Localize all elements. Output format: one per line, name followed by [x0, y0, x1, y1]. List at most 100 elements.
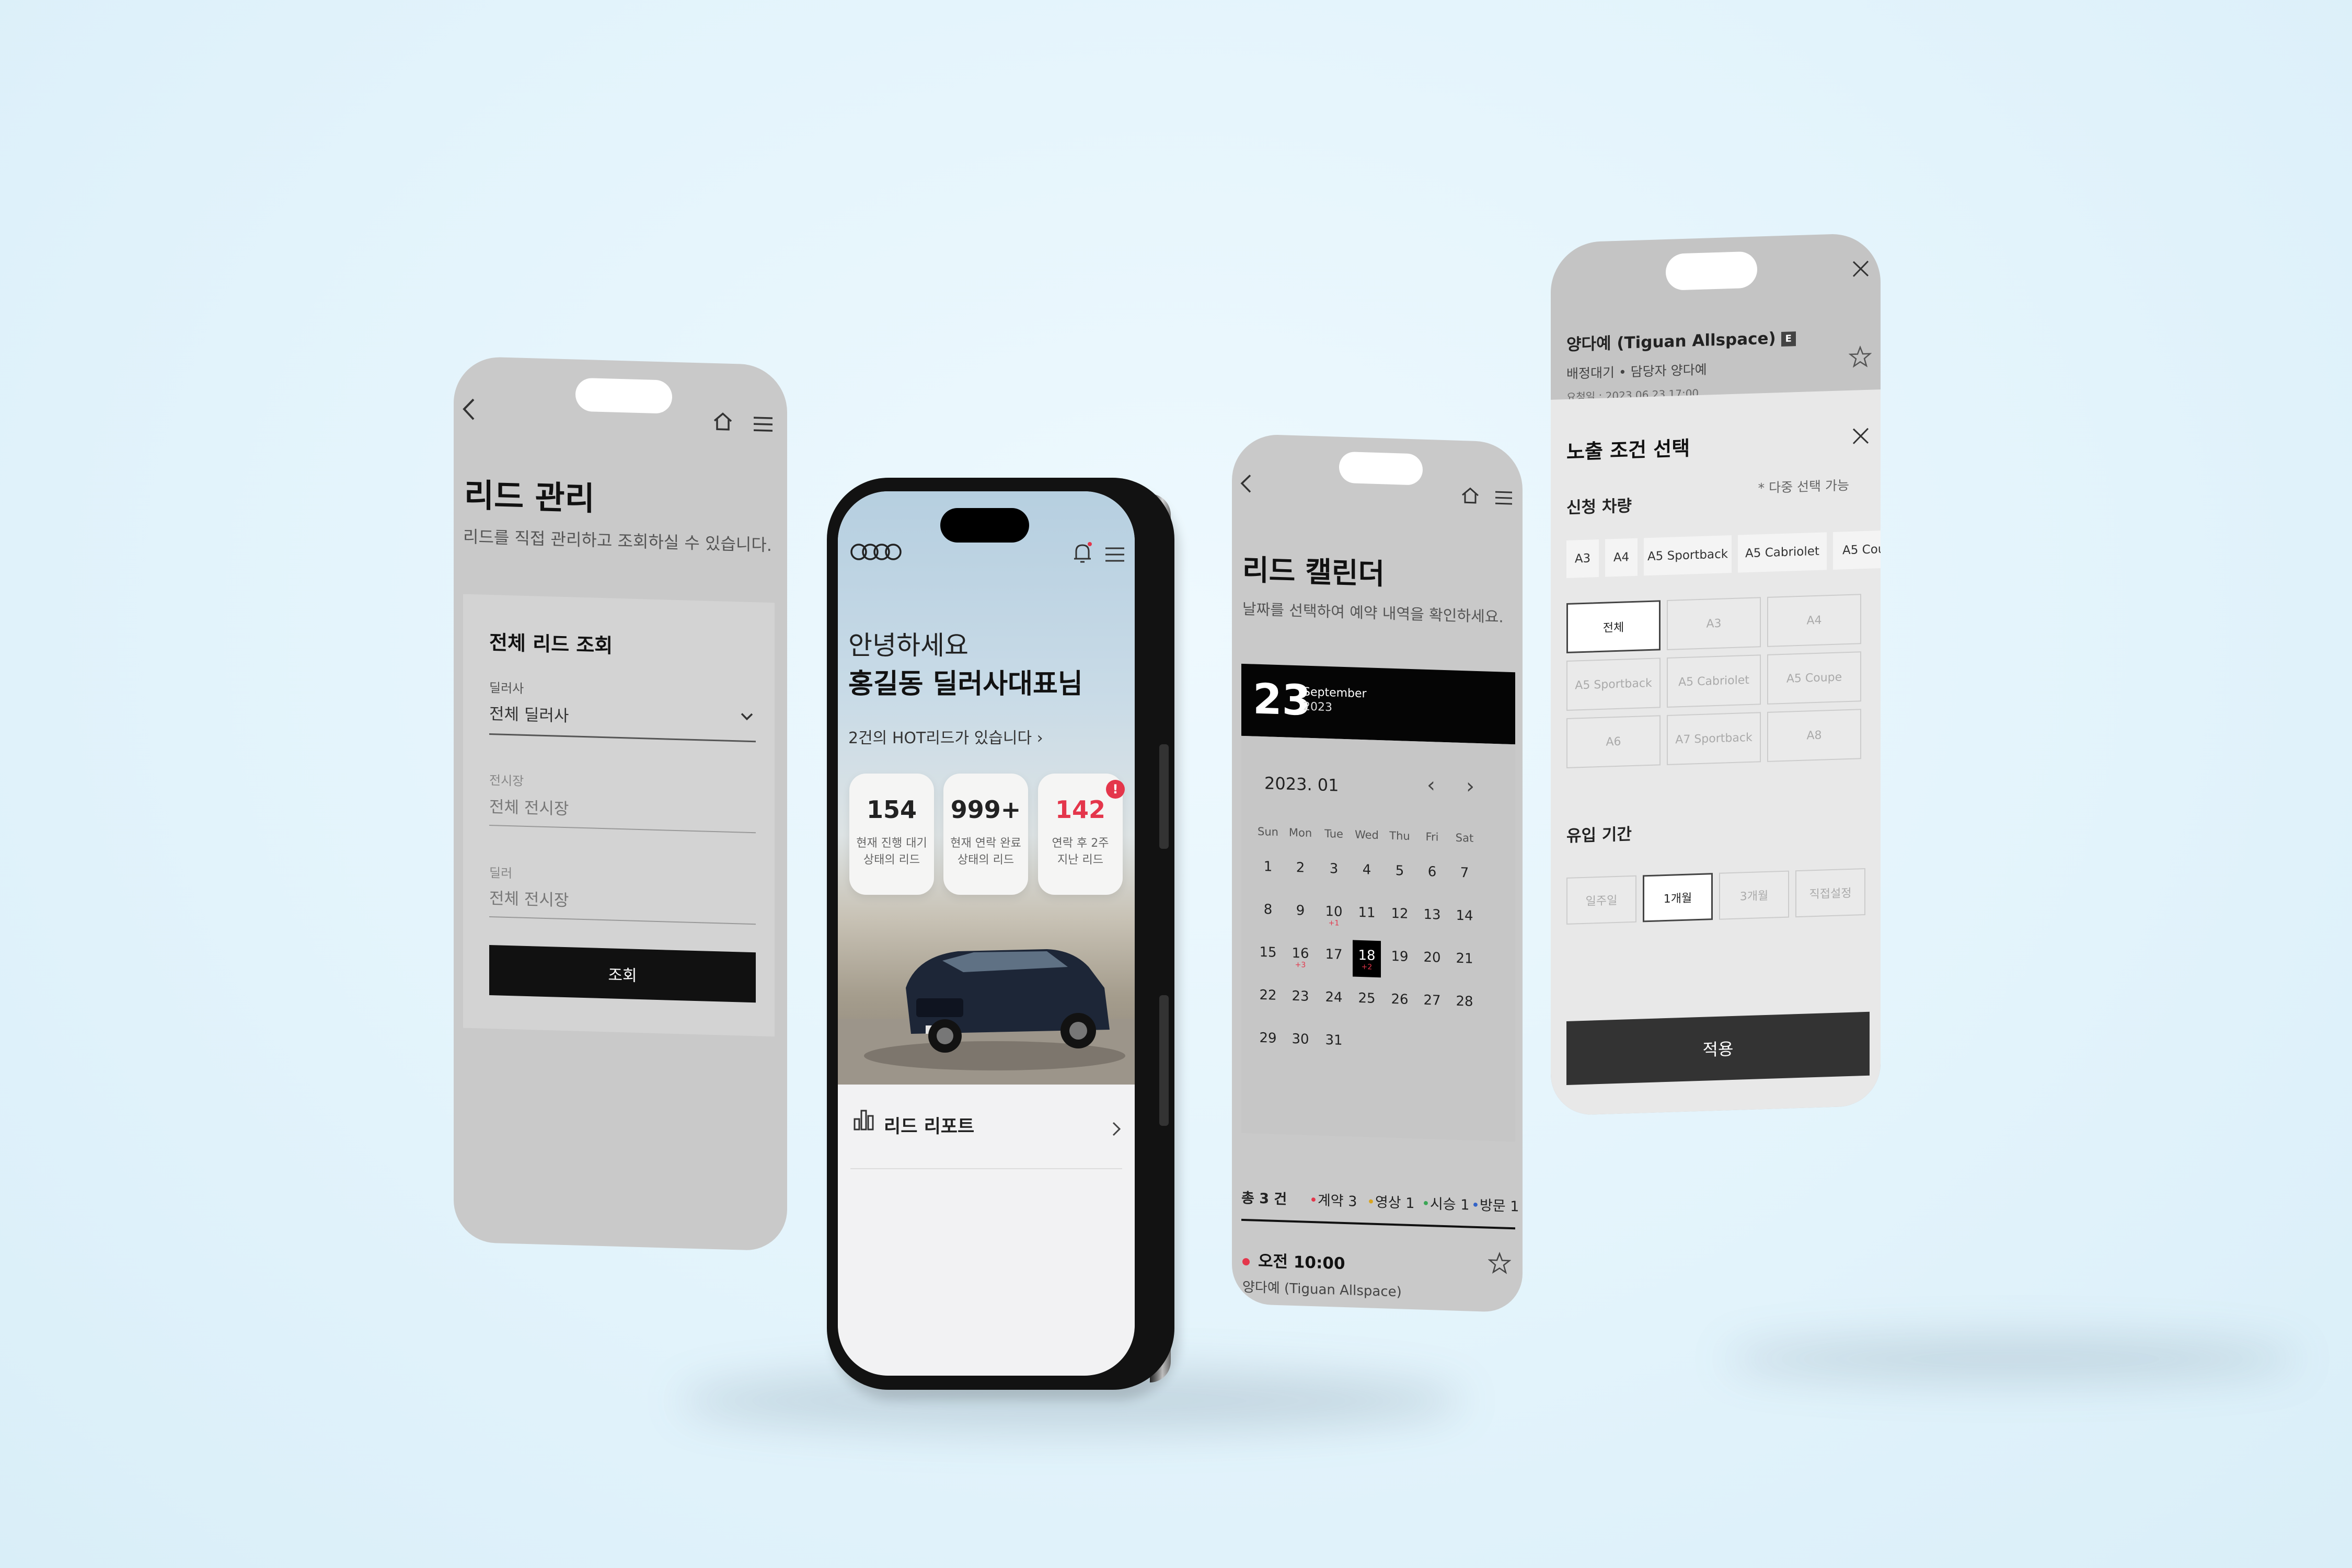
calendar-day[interactable]: 25 [1353, 983, 1381, 1021]
showroom-select[interactable]: 전체 전시장 [489, 793, 569, 819]
hot-lead-link[interactable]: 2건의 HOT리드가 있습니다 › [848, 725, 1043, 748]
calendar-day[interactable]: 19 [1386, 941, 1414, 979]
calendar-day[interactable]: 4 [1353, 855, 1381, 892]
calendar-day[interactable]: 30 [1286, 1024, 1315, 1062]
vehicle-option[interactable]: A5 Sportback [1566, 658, 1661, 711]
event-count: +2 [1361, 963, 1373, 972]
vehicle-chip[interactable]: A5 Sportback [1644, 535, 1732, 576]
stat-card-overdue[interactable]: ! 142 연락 후 2주 지난 리드 [1038, 774, 1125, 895]
calendar-day[interactable]: 23 [1286, 981, 1315, 1019]
page-title: 리드 관리 [464, 476, 595, 518]
stat-card-contacted[interactable]: 999+ 현재 연락 완료 상태의 리드 [943, 774, 1028, 895]
chevron-down-icon[interactable] [740, 711, 754, 721]
vehicle-chip[interactable]: A3 [1566, 539, 1599, 578]
dealer-company-label: 딜러사 [489, 680, 524, 696]
period-option[interactable]: 3개월 [1719, 870, 1789, 920]
period-section-title: 유입 기간 [1566, 825, 1632, 846]
calendar-day[interactable]: 6 [1418, 856, 1446, 894]
stat-desc: 연락 후 2주 지난 리드 [1052, 837, 1109, 867]
apply-button[interactable]: 적용 [1566, 1011, 1870, 1085]
calendar-day[interactable]: 12 [1386, 898, 1414, 936]
vehicle-option[interactable]: A7 Sportback [1667, 712, 1761, 765]
chevron-right-icon [1112, 1121, 1121, 1137]
vehicle-option[interactable]: A5 Coupe [1767, 651, 1861, 705]
calendar-day[interactable]: 28 [1450, 986, 1479, 1023]
back-icon[interactable] [461, 397, 477, 421]
summary-test-drive: •시승 1 [1422, 1195, 1470, 1214]
back-icon[interactable] [1239, 473, 1253, 494]
dealer-company-select[interactable]: 전체 딜러사 [489, 700, 569, 726]
home-icon[interactable] [712, 411, 733, 432]
chevron-right-icon: › [1036, 729, 1043, 747]
calendar-day[interactable]: 14 [1450, 900, 1479, 938]
menu-icon[interactable] [753, 416, 774, 433]
vehicle-chip[interactable]: A5 Cabriolet [1738, 532, 1827, 573]
selected-day: 23 [1253, 674, 1311, 725]
calendar-day[interactable]: 15 [1254, 937, 1282, 975]
vehicle-option[interactable]: A3 [1667, 597, 1761, 650]
lead-manage-screen: 리드 관리 리드를 직접 관리하고 조회하실 수 있습니다. 전체 리드 조회 … [454, 356, 787, 1251]
chevron-left-icon[interactable]: ‹ [1427, 773, 1435, 798]
calendar-day[interactable]: 31 [1320, 1025, 1348, 1063]
vehicle-option[interactable]: A8 [1767, 709, 1861, 762]
calendar-day[interactable]: 5 [1386, 856, 1414, 893]
calendar-day[interactable]: 18 +2 [1353, 940, 1381, 978]
search-button[interactable]: 조회 [489, 944, 756, 1003]
calendar-day[interactable]: 9 [1286, 895, 1315, 933]
star-icon[interactable] [1849, 345, 1872, 368]
calendar-day[interactable]: 8 [1254, 894, 1282, 932]
calendar-day[interactable]: 17 [1320, 939, 1348, 977]
calendar-day[interactable]: 3 [1320, 854, 1348, 891]
calendar-day[interactable]: 26 [1386, 984, 1414, 1022]
period-option[interactable]: 1개월 [1643, 873, 1713, 923]
close-icon[interactable] [1851, 426, 1870, 446]
sheet-title: 노출 조건 선택 [1566, 436, 1690, 464]
vehicle-option[interactable]: A6 [1566, 715, 1661, 768]
stat-value: 154 [866, 795, 917, 824]
star-icon[interactable] [1488, 1251, 1511, 1274]
stat-desc: 현재 진행 대기 상태의 리드 [856, 837, 927, 867]
calendar-day[interactable]: 20 [1418, 942, 1446, 979]
dealer-select[interactable]: 전체 전시장 [489, 885, 569, 910]
calendar-day[interactable]: 22 [1254, 980, 1282, 1018]
vehicle-option[interactable]: 전체 [1566, 600, 1661, 653]
period-option[interactable]: 일주일 [1566, 875, 1636, 925]
vehicle-chip[interactable]: A5 Coupe [1833, 529, 1881, 570]
stat-card-waiting[interactable]: 154 현재 진행 대기 상태의 리드 [849, 774, 934, 895]
vehicle-chip[interactable]: A4 [1605, 538, 1638, 577]
calendar-day[interactable]: 7 [1450, 857, 1479, 895]
calendar-day[interactable]: 24 [1320, 982, 1348, 1020]
page-subtitle: 리드를 직접 관리하고 조회하실 수 있습니다. [463, 526, 772, 556]
period-option[interactable]: 직접설정 [1795, 868, 1865, 918]
calendar-day[interactable]: 11 [1353, 897, 1381, 935]
chevron-right-icon[interactable]: › [1466, 774, 1474, 799]
calendar-grid: 2023. 01 ‹ › Sun Mon Tue Wed Thu Fri Sat 1 2 3 4 5 6… [1241, 735, 1515, 1142]
lead-report-row[interactable]: 리드 리포트 [838, 1085, 1135, 1169]
audi-logo-icon[interactable] [849, 541, 904, 562]
lead-search-card: 전체 리드 조회 딜러사 전체 딜러사 전시장 전체 전시장 딜러 전체 전시장… [463, 594, 775, 1037]
bell-icon[interactable] [1072, 541, 1093, 565]
dealer-label: 딜러 [489, 865, 513, 881]
vehicle-option[interactable]: A4 [1767, 594, 1861, 647]
home-icon[interactable] [1461, 487, 1480, 505]
menu-icon[interactable] [1494, 490, 1513, 505]
lead-status: 배정대기 • 담당자 양다예 [1566, 362, 1707, 382]
vehicle-option[interactable]: A5 Cabriolet [1667, 654, 1761, 708]
calendar-day[interactable]: 29 [1254, 1023, 1282, 1060]
calendar-day[interactable]: 1 [1254, 851, 1282, 889]
calendar-day[interactable]: 27 [1418, 985, 1446, 1022]
schedule-summary: 총 3 건 •계약 3 •영상 1 •시승 1 •방문 1 [1241, 1186, 1519, 1230]
summary-visit: •방문 1 [1471, 1197, 1519, 1215]
summary-contract: •계약 3 [1309, 1192, 1357, 1210]
calendar-day[interactable]: 2 [1286, 852, 1315, 890]
summary-video: •영상 1 [1367, 1194, 1415, 1212]
appointment-time[interactable]: 오전 10:00 [1242, 1247, 1345, 1274]
event-count: +3 [1295, 961, 1306, 970]
calendar-day[interactable]: 21 [1450, 943, 1479, 981]
calendar-day[interactable]: 10 +1 [1320, 896, 1348, 934]
calendar-day[interactable]: 13 [1418, 899, 1446, 937]
calendar-day[interactable]: 16 +3 [1286, 938, 1315, 976]
close-icon[interactable] [1851, 259, 1870, 279]
menu-icon[interactable] [1104, 547, 1125, 562]
notch [575, 377, 672, 414]
